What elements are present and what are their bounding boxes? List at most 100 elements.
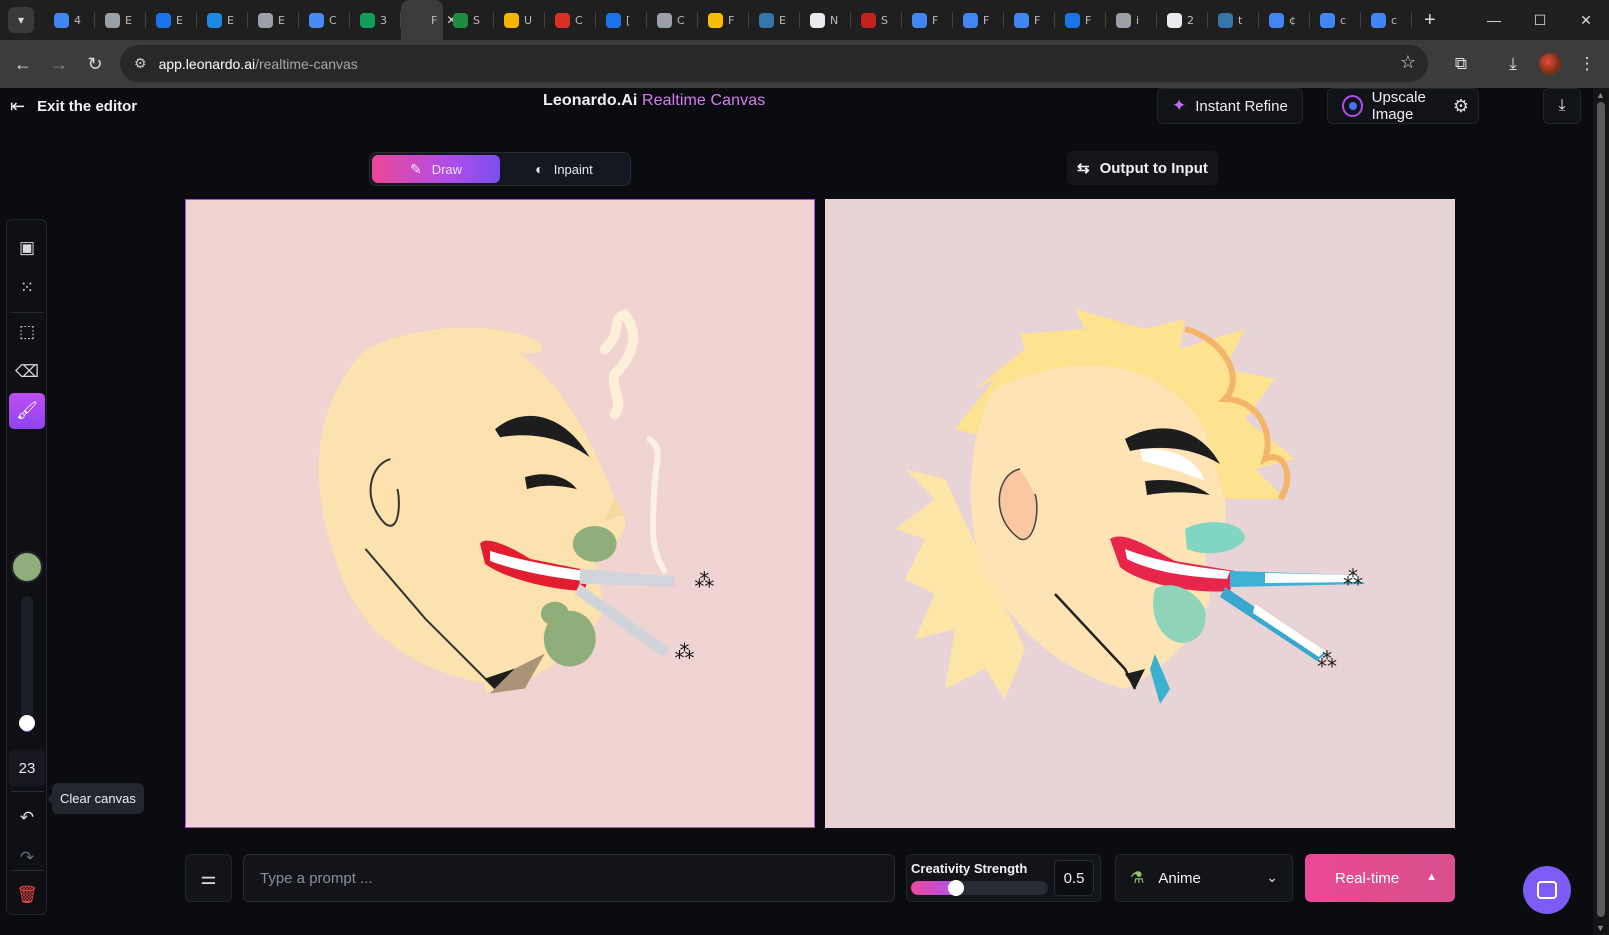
arrow-right-icon: →	[50, 53, 68, 74]
download-button[interactable]: ⤓	[1543, 88, 1581, 124]
minimize-icon[interactable]: —	[1471, 0, 1517, 40]
tab-search-button[interactable]: ▾	[8, 7, 34, 33]
generated-image: ⁂ ⁂	[825, 199, 1455, 828]
output-to-input-button[interactable]: ⇆ Output to Input	[1067, 151, 1218, 185]
browser-tab[interactable]: C	[647, 0, 698, 40]
tab-favicon-icon	[861, 12, 876, 28]
style-dropdown[interactable]: ⚗ Anime ⌄	[1115, 854, 1293, 902]
extensions-icon[interactable]: ⧉	[1443, 46, 1479, 82]
tab-favicon-icon	[657, 12, 672, 28]
browser-tab[interactable]: t	[1208, 0, 1259, 40]
tab-favicon-icon	[1014, 12, 1029, 28]
prompt-input[interactable]	[243, 854, 895, 902]
tab-title: E	[176, 13, 183, 27]
generation-settings-button[interactable]: ⚌	[185, 854, 232, 902]
grid-icon[interactable]: ⁙	[9, 270, 45, 306]
profile-avatar[interactable]	[1532, 46, 1568, 82]
support-chat-button[interactable]	[1523, 866, 1571, 914]
tab-title: C	[575, 13, 583, 27]
browser-tab[interactable]: C	[545, 0, 596, 40]
eraser-icon[interactable]: ⌫	[9, 354, 45, 390]
browser-tab[interactable]: c	[1361, 0, 1412, 40]
tab-favicon-icon	[207, 12, 222, 28]
exit-arrow-icon: ⇤	[10, 95, 26, 116]
exit-editor-button[interactable]: ⇤ Exit the editor	[10, 92, 137, 120]
reload-button[interactable]: ↻	[77, 46, 113, 82]
draw-mode-button[interactable]: ✎ Draw	[372, 155, 500, 183]
browser-tab[interactable]: F	[698, 0, 749, 40]
scroll-down-icon[interactable]: ▼	[1596, 923, 1605, 933]
browser-tab[interactable]: 3	[350, 0, 401, 40]
site-info-icon[interactable]: ⚙	[134, 55, 147, 72]
browser-tab[interactable]: [	[596, 0, 647, 40]
browser-tab[interactable]: E	[248, 0, 299, 40]
realtime-canvas-app: ⇤ Exit the editor Leonardo.Ai Realtime C…	[0, 88, 1593, 935]
browser-tab[interactable]: 4	[44, 0, 95, 40]
settings-gear-icon[interactable]: ⚙	[1441, 88, 1481, 124]
trash-icon[interactable]: 🗑	[9, 877, 45, 913]
url-path: /realtime-canvas	[255, 55, 358, 72]
browser-tab[interactable]: U	[494, 0, 545, 40]
inpaint-mode-button[interactable]: ◐ Inpaint	[500, 155, 628, 183]
tab-favicon-icon	[411, 12, 426, 28]
download-icon: ⤓	[1558, 97, 1566, 114]
brush-color-swatch[interactable]	[11, 551, 43, 583]
drawing-canvas[interactable]: ⁂ ⁂	[185, 199, 815, 828]
undo-icon[interactable]: ↶	[9, 800, 45, 836]
browser-tab[interactable]: F	[953, 0, 1004, 40]
realtime-generate-button[interactable]: Real-time ▲	[1305, 854, 1455, 902]
select-icon[interactable]: ⬚	[9, 314, 45, 350]
magic-wand-icon: ⚗	[1130, 870, 1145, 887]
creativity-strength-value[interactable]: 0.5	[1054, 860, 1094, 896]
tool-rail: ▣ ⁙ ⬚ ⌫ 🖌 23 ↶ ↷ 🗑	[6, 219, 47, 915]
instant-refine-button[interactable]: ✦ Instant Refine	[1157, 88, 1303, 124]
add-image-icon[interactable]: ▣	[9, 230, 45, 266]
tab-favicon-icon	[810, 12, 825, 28]
new-tab-button[interactable]: +	[1424, 9, 1436, 32]
tab-title: c	[1391, 13, 1398, 27]
tab-title: [	[626, 13, 631, 27]
tab-favicon-icon	[504, 12, 519, 28]
brush-size-handle[interactable]	[19, 715, 35, 731]
browser-tab[interactable]: C	[299, 0, 350, 40]
window-controls: — ☐ ✕	[1471, 0, 1609, 40]
close-window-icon[interactable]: ✕	[1563, 0, 1609, 40]
address-bar[interactable]: ⚙ app.leonardo.ai/realtime-canvas ☆	[120, 45, 1428, 82]
maximize-icon[interactable]: ☐	[1517, 0, 1563, 40]
paint-brush-icon[interactable]: 🖌	[9, 393, 45, 429]
brush-size-slider[interactable]	[21, 596, 33, 732]
browser-tab[interactable]: F	[1055, 0, 1106, 40]
creativity-strength-slider[interactable]	[911, 881, 1048, 895]
browser-tab[interactable]: i	[1106, 0, 1157, 40]
browser-menu-icon[interactable]: ⋮	[1569, 46, 1605, 82]
brush-size-value[interactable]: 23	[9, 750, 45, 786]
tab-title: S	[473, 13, 480, 27]
browser-tab[interactable]: E	[95, 0, 146, 40]
downloads-icon[interactable]: ⤓	[1495, 46, 1531, 82]
browser-tab[interactable]: S	[851, 0, 902, 40]
browser-tab[interactable]: E	[749, 0, 800, 40]
scrollbar-thumb[interactable]	[1597, 102, 1605, 917]
back-button[interactable]: ←	[5, 46, 41, 82]
tab-title: C	[677, 13, 685, 27]
forward-button[interactable]: →	[41, 46, 77, 82]
browser-tab[interactable]: E	[197, 0, 248, 40]
browser-tab[interactable]: ¢	[1259, 0, 1310, 40]
bookmark-star-icon[interactable]: ☆	[1400, 52, 1416, 73]
browser-tab[interactable]: 2	[1157, 0, 1208, 40]
browser-tab[interactable]: S	[443, 0, 494, 40]
tab-title: E	[779, 13, 786, 27]
caret-up-icon[interactable]: ▲	[1426, 871, 1437, 883]
browser-tab[interactable]: c	[1310, 0, 1361, 40]
product-name: Realtime Canvas	[641, 92, 766, 109]
browser-tab[interactable]: F	[1004, 0, 1055, 40]
browser-tab[interactable]: E	[146, 0, 197, 40]
page-scrollbar[interactable]: ▲ ▼	[1593, 88, 1609, 935]
sparkle-icon: ✦	[1172, 96, 1187, 115]
scroll-up-icon[interactable]: ▲	[1596, 90, 1605, 100]
palette-icon: ◐	[535, 161, 544, 177]
browser-tab-active[interactable]: F ✕	[401, 0, 456, 40]
browser-tab[interactable]: F	[902, 0, 953, 40]
browser-tab[interactable]: N	[800, 0, 851, 40]
tab-favicon-icon	[963, 12, 978, 28]
